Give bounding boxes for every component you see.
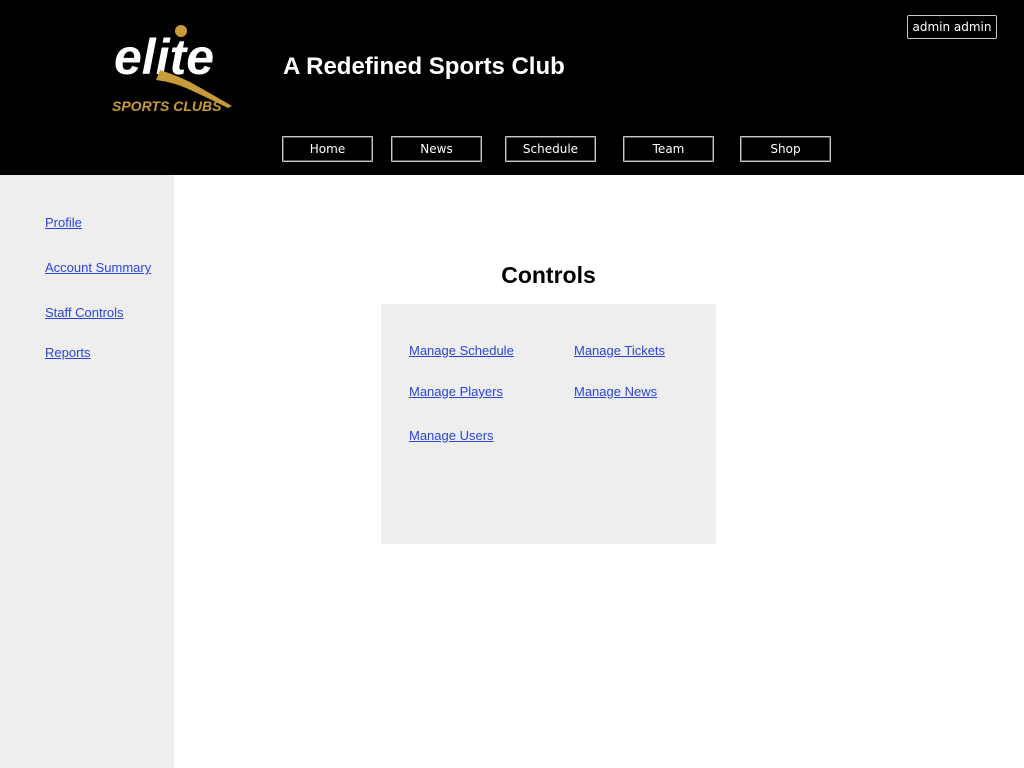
user-account-button[interactable]: admin admin xyxy=(907,15,997,39)
sidebar-link-reports[interactable]: Reports xyxy=(45,345,91,360)
manage-schedule-link[interactable]: Manage Schedule xyxy=(409,343,514,358)
manage-users-link[interactable]: Manage Users xyxy=(409,428,494,443)
sidebar-link-staff-controls[interactable]: Staff Controls xyxy=(45,305,124,320)
sidebar: Profile Account Summary Staff Controls R… xyxy=(0,175,174,768)
logo-dot xyxy=(175,25,187,37)
site-title: A Redefined Sports Club xyxy=(283,53,565,80)
nav-schedule-button[interactable]: Schedule xyxy=(505,136,596,162)
manage-news-link[interactable]: Manage News xyxy=(574,384,657,399)
sidebar-link-account-summary[interactable]: Account Summary xyxy=(45,260,151,275)
manage-players-link[interactable]: Manage Players xyxy=(409,384,503,399)
logo-tagline: SPORTS CLUBS xyxy=(112,98,222,114)
elite-logo[interactable]: elite SPORTS CLUBS xyxy=(108,22,253,120)
sidebar-link-profile[interactable]: Profile xyxy=(45,215,82,230)
nav-shop-button[interactable]: Shop xyxy=(740,136,831,162)
nav-home-button[interactable]: Home xyxy=(282,136,373,162)
nav-team-button[interactable]: Team xyxy=(623,136,714,162)
manage-tickets-link[interactable]: Manage Tickets xyxy=(574,343,665,358)
page-title: Controls xyxy=(501,262,596,288)
controls-panel: Manage Schedule Manage Tickets Manage Pl… xyxy=(381,304,716,544)
site-header: elite SPORTS CLUBS A Redefined Sports Cl… xyxy=(0,0,1024,175)
nav-news-button[interactable]: News xyxy=(391,136,482,162)
